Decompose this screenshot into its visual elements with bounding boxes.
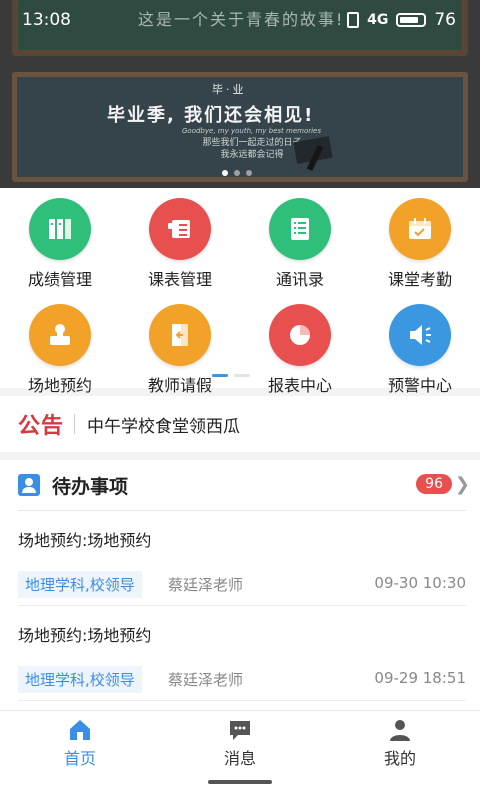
- vibrate-icon: [347, 12, 360, 28]
- banner-title: 毕业季, 我们还会相见!: [107, 105, 315, 126]
- grid-pager-dot: [234, 374, 250, 377]
- grid-item-label: 预警中心: [387, 376, 452, 395]
- grid-item-label: 报表中心: [267, 376, 332, 395]
- grid-pager-dot: [212, 374, 228, 377]
- task-tag: 地理学科,校领导: [18, 666, 142, 693]
- task-tag: 地理学科,校领导: [18, 571, 142, 598]
- grid-item-label: 课堂考勤: [387, 270, 452, 289]
- contacts-icon: [269, 198, 331, 260]
- grid-item-venue[interactable]: 场地预约: [0, 304, 120, 396]
- grid-item-contacts[interactable]: 通讯录: [240, 198, 360, 290]
- alarm-icon: [389, 304, 451, 366]
- schedule-icon: [149, 198, 211, 260]
- battery-icon: [396, 13, 427, 27]
- notice-divider: [74, 414, 76, 434]
- grid-pager: [212, 374, 250, 377]
- task-teacher: 蔡廷泽老师: [168, 671, 244, 689]
- todo-section: 待办事项 96 ❯ 场地预约:场地预约 地理学科,校领导 蔡廷泽老师 09-30…: [0, 460, 480, 710]
- todo-count-badge: 96: [416, 474, 452, 494]
- grid-item-label: 课表管理: [147, 270, 212, 289]
- banner-lines: 那些我们一起走过的日子 我永远都会记得: [197, 137, 307, 161]
- list-item[interactable]: 场地预约:场地预约 地理学科,校领导 蔡廷泽老师 09-30 10:30: [0, 511, 480, 606]
- grid-item-label: 通讯录: [275, 270, 324, 289]
- banner-line-2: 我永远都会记得: [220, 150, 284, 160]
- profile-icon: [390, 720, 410, 741]
- banner-sub: 毕·业: [212, 83, 247, 96]
- grid-item-report[interactable]: 报表中心: [240, 304, 360, 396]
- task-divider: [18, 700, 466, 701]
- nav-profile[interactable]: 我的: [340, 717, 460, 769]
- task-time: 09-30 10:30: [374, 574, 466, 592]
- function-grid: 成绩管理 课表管理 通讯录 课堂考勤 场地预约 教师请假 报表中心 预警中心: [0, 198, 480, 396]
- chevron-right-icon[interactable]: ❯: [455, 474, 470, 495]
- status-bar: 13:08 4G 76: [0, 0, 480, 40]
- banner-dot: [246, 170, 252, 176]
- notice-text: 中午学校食堂领西瓜: [87, 416, 241, 437]
- grid-item-leave[interactable]: 教师请假: [120, 304, 240, 396]
- grid-item-alarm[interactable]: 预警中心: [360, 304, 480, 396]
- function-grid-card: 成绩管理 课表管理 通讯录 课堂考勤 场地预约 教师请假 报表中心 预警中心: [0, 188, 480, 395]
- task-title: 场地预约:场地预约: [18, 626, 152, 645]
- banner-dot: [234, 170, 240, 176]
- task-time: 09-29 18:51: [374, 669, 466, 687]
- home-indicator[interactable]: [208, 780, 272, 784]
- todo-header[interactable]: 待办事项 96 ❯: [0, 460, 480, 510]
- nav-home[interactable]: 首页: [20, 717, 140, 769]
- banner-pager: [222, 170, 252, 176]
- grid-item-label: 成绩管理: [27, 270, 92, 289]
- grid-item-schedule[interactable]: 课表管理: [120, 198, 240, 290]
- nav-label: 首页: [63, 749, 96, 768]
- grid-item-label: 教师请假: [147, 376, 212, 395]
- nav-messages[interactable]: 消息: [180, 717, 300, 769]
- battery-level: 76: [434, 10, 456, 30]
- home-icon: [70, 720, 90, 740]
- report-icon: [269, 304, 331, 366]
- nav-label: 消息: [223, 749, 256, 768]
- bottom-nav: 首页 消息 我的: [0, 710, 480, 800]
- task-title: 场地预约:场地预约: [18, 531, 152, 550]
- grid-item-grades[interactable]: 成绩管理: [0, 198, 120, 290]
- attendance-icon: [389, 198, 451, 260]
- list-item[interactable]: 场地预约:场地预约 地理学科,校领导 蔡廷泽老师 09-29 18:51: [0, 606, 480, 701]
- grid-item-attendance[interactable]: 课堂考勤: [360, 198, 480, 290]
- todo-title: 待办事项: [52, 475, 129, 498]
- status-icons: 4G 76: [347, 10, 456, 30]
- notice-logo: 公告: [18, 414, 65, 439]
- signal-icon: 4G: [367, 12, 389, 28]
- banner-main-board: 毕·业 毕业季, 我们还会相见! Goodbye, my youth, my b…: [12, 72, 468, 182]
- nav-label: 我的: [383, 749, 416, 768]
- status-time: 13:08: [22, 10, 71, 30]
- message-icon: [230, 721, 250, 740]
- grades-icon: [29, 198, 91, 260]
- grid-item-label: 场地预约: [27, 376, 92, 395]
- task-teacher: 蔡廷泽老师: [168, 576, 244, 594]
- banner-dot: [222, 170, 228, 176]
- banner-english: Goodbye, my youth, my best memories: [182, 127, 322, 135]
- banner-line-1: 那些我们一起走过的日子: [202, 138, 302, 148]
- leave-icon: [149, 304, 211, 366]
- notice-bar[interactable]: 公告 中午学校食堂领西瓜: [0, 396, 480, 452]
- user-card-icon: [18, 474, 40, 496]
- venue-icon: [29, 304, 91, 366]
